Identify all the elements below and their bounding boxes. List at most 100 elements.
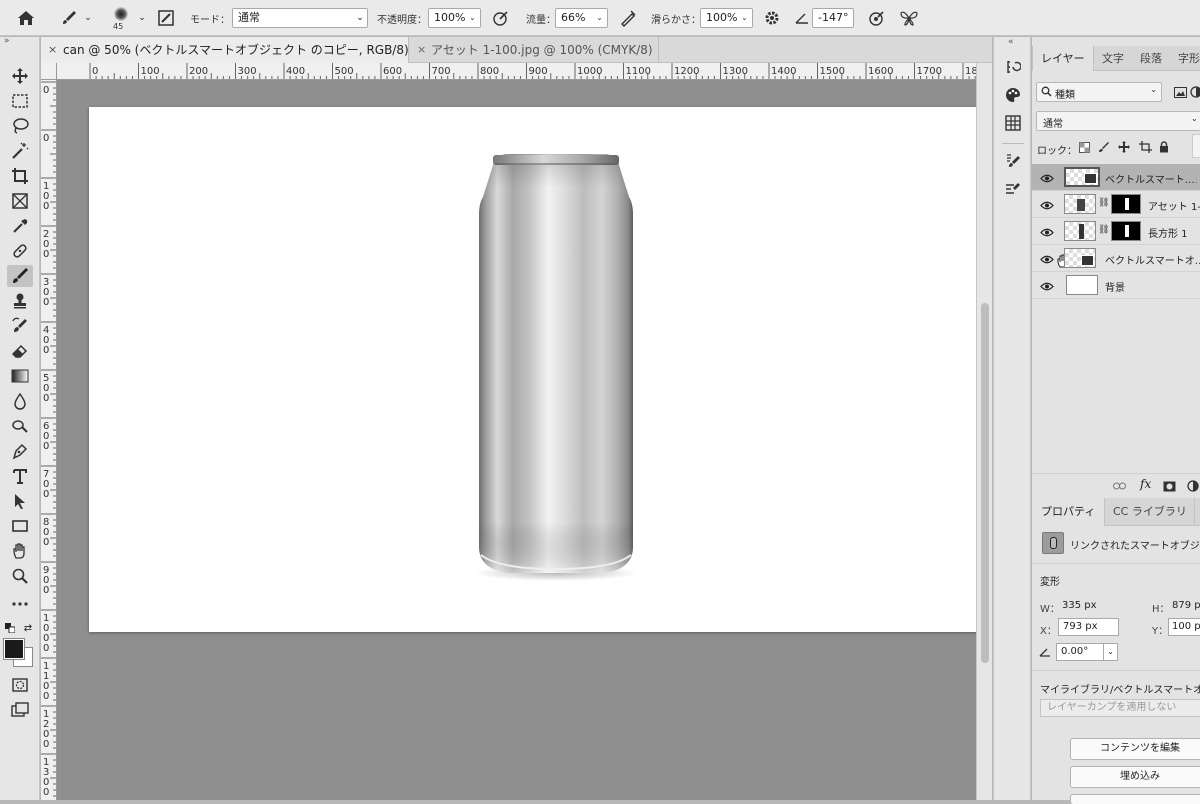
layer-row[interactable]: ベクトルスマートオ… [1032, 245, 1200, 272]
move-tool-icon[interactable] [7, 65, 33, 87]
close-icon[interactable]: × [48, 37, 57, 63]
gear-icon[interactable] [762, 8, 782, 28]
color-palette-icon[interactable] [1003, 85, 1023, 105]
hand-tool-icon[interactable] [7, 540, 33, 562]
vertical-scrollbar[interactable] [976, 63, 992, 800]
scrollbar-thumb[interactable] [981, 303, 989, 663]
gradient-tool-icon[interactable] [7, 365, 33, 387]
dodge-tool-icon[interactable] [7, 415, 33, 437]
magic-wand-icon[interactable] [7, 140, 33, 162]
document-canvas[interactable] [89, 107, 976, 632]
layer-name[interactable]: ベクトルスマートオ… [1105, 252, 1200, 267]
tab-properties[interactable]: プロパティ [1032, 498, 1106, 526]
blur-tool-icon[interactable] [7, 390, 33, 412]
quick-mask-icon[interactable] [7, 674, 33, 696]
more-button[interactable] [1070, 794, 1200, 804]
eye-visibility-icon[interactable] [1039, 199, 1055, 211]
history-brush-icon[interactable] [7, 315, 33, 337]
mode-select[interactable]: 通常 [232, 8, 368, 28]
tab-glyphs[interactable]: 字形 [1170, 46, 1200, 71]
chevron-down-icon[interactable]: ⌄ [82, 10, 94, 26]
link-layers-icon[interactable] [1112, 479, 1126, 493]
opacity-field[interactable]: 100% [428, 8, 466, 28]
swap-colors-icon[interactable]: ⇄ [22, 623, 34, 634]
stamp-tool-icon[interactable] [7, 290, 33, 312]
layer-mask-thumbnail[interactable] [1111, 194, 1141, 214]
y-position-field[interactable]: 100 p [1168, 618, 1200, 636]
screen-mode-icon[interactable] [7, 699, 33, 721]
eye-visibility-icon[interactable] [1039, 253, 1055, 265]
eye-visibility-icon[interactable] [1039, 172, 1055, 184]
tab-asset[interactable]: × アセット 1-100.jpg @ 100% (CMYK/8) [409, 37, 659, 63]
embed-button[interactable]: 埋め込み [1070, 766, 1200, 788]
pressure-opacity-icon[interactable] [490, 8, 512, 28]
edit-contents-button[interactable]: コンテンツを編集 [1070, 738, 1200, 760]
tab-character[interactable]: 文字 [1094, 46, 1132, 71]
horizontal-ruler[interactable]: 0 100 200 300 400 500 600 700 800 900 1000 1100 1200… [57, 63, 976, 80]
default-colors-icon[interactable] [5, 623, 15, 633]
tab-cc-libraries[interactable]: CC ライブラリ [1106, 498, 1195, 526]
adjustment-filter-icon[interactable] [1190, 84, 1200, 100]
layer-mask-thumbnail[interactable] [1111, 221, 1141, 241]
symmetry-butterfly-icon[interactable] [898, 8, 920, 28]
path-selection-icon[interactable] [7, 490, 33, 512]
lock-all-icon[interactable] [1158, 140, 1170, 153]
crop-tool-icon[interactable] [7, 165, 33, 187]
brush-settings-icon[interactable] [156, 8, 176, 28]
flow-dropdown[interactable]: ⌄ [592, 8, 608, 28]
x-position-field[interactable]: 793 px [1058, 618, 1119, 636]
close-icon[interactable]: × [417, 37, 426, 63]
lasso-tool-icon[interactable] [7, 115, 33, 137]
opacity-dropdown[interactable]: ⌄ [465, 8, 481, 28]
eye-visibility-icon[interactable] [1039, 280, 1055, 292]
lock-pixels-icon[interactable] [1098, 141, 1110, 153]
rotation-dropdown[interactable]: ⌄ [1103, 643, 1118, 661]
layer-row[interactable]: 背景 [1032, 272, 1200, 299]
tab-can[interactable]: × can @ 50% (ベクトルスマートオブジェクト のコピー, RGB/8)… [41, 37, 409, 63]
eyedropper-icon[interactable] [7, 215, 33, 237]
frame-tool-icon[interactable] [7, 190, 33, 212]
healing-brush-icon[interactable] [7, 240, 33, 262]
layer-name[interactable]: 背景 [1105, 279, 1185, 294]
blend-mode-select[interactable]: 通常 ⌄ [1036, 111, 1200, 131]
zoom-tool-icon[interactable] [7, 565, 33, 587]
angle-field[interactable]: -147° [812, 8, 854, 28]
brush-settings-panel-icon[interactable] [1003, 151, 1023, 171]
layer-name[interactable]: ベクトルスマート…ェ [1105, 171, 1197, 186]
lock-transparency-icon[interactable] [1078, 141, 1090, 153]
swatches-grid-icon[interactable] [1003, 113, 1023, 133]
smoothing-field[interactable]: 100% [700, 8, 738, 28]
marquee-tool-icon[interactable] [7, 90, 33, 112]
more-tools-icon[interactable] [7, 593, 33, 615]
layer-comp-select[interactable]: レイヤーカンプを適用しない [1040, 699, 1200, 717]
layer-row[interactable]: ベクトルスマート…ェ [1032, 164, 1200, 191]
pen-tool-icon[interactable] [7, 440, 33, 462]
rotation-angle-field[interactable]: 0.00° [1056, 643, 1104, 661]
history-panel-icon[interactable] [1003, 57, 1023, 77]
tab-layers[interactable]: レイヤー [1032, 46, 1094, 71]
eraser-icon[interactable] [7, 340, 33, 362]
layer-row[interactable]: ⛓ アセット 1- [1032, 191, 1200, 218]
lock-position-icon[interactable] [1118, 141, 1130, 153]
collapse-arrows-icon[interactable]: « [1008, 37, 1014, 47]
add-mask-icon[interactable] [1162, 479, 1176, 493]
collapse-arrows-icon[interactable]: » [4, 36, 10, 46]
airbrush-icon[interactable] [617, 8, 639, 28]
eye-visibility-icon[interactable] [1039, 226, 1055, 238]
brush-tool-icon[interactable] [7, 265, 33, 287]
flow-field[interactable]: 66% [555, 8, 593, 28]
layer-row[interactable]: ⛓ 長方形 1 [1032, 218, 1200, 245]
layer-name[interactable]: 長方形 1 [1148, 225, 1200, 240]
type-tool-icon[interactable] [7, 465, 33, 487]
vertical-ruler[interactable]: 0010020030040050060070080090010001100120… [41, 80, 57, 800]
foreground-color-swatch[interactable] [3, 638, 25, 660]
tool-presets-icon[interactable] [1003, 179, 1023, 199]
chevron-down-icon[interactable]: ⌄ [136, 10, 148, 26]
tab-paragraph[interactable]: 段落 [1132, 46, 1170, 71]
layer-filter-select[interactable]: 種類 ⌄ [1036, 82, 1162, 102]
rectangle-tool-icon[interactable] [7, 515, 33, 537]
adjustment-layer-icon[interactable] [1186, 479, 1200, 493]
brush-preset-icon[interactable] [56, 8, 82, 28]
image-filter-icon[interactable] [1172, 84, 1188, 100]
fx-icon[interactable]: fx [1140, 477, 1151, 491]
